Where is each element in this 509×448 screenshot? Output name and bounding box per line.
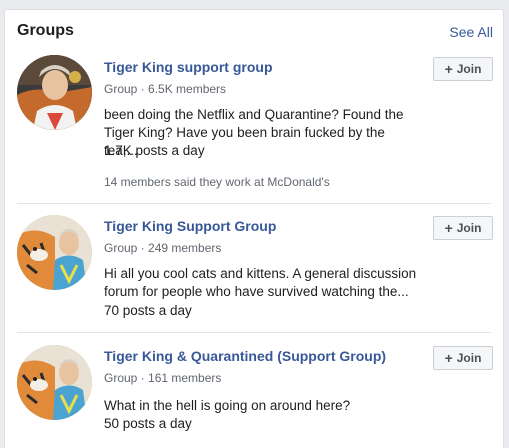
tiger-king-photo-icon: [17, 55, 92, 130]
group-name-link[interactable]: Tiger King support group: [104, 59, 273, 75]
group-description: Hi all you cool cats and kittens. A gene…: [104, 266, 417, 299]
group-avatar[interactable]: [17, 55, 92, 130]
groups-title: Groups: [17, 22, 74, 39]
tiger-king-with-tiger-photo-icon: [17, 345, 92, 420]
tiger-king-with-tiger-photo-icon: [17, 215, 92, 290]
group-activity: 1.7K posts a day: [104, 143, 205, 158]
join-button[interactable]: + Join: [433, 57, 493, 81]
group-activity: 70 posts a day: [104, 303, 192, 318]
see-all-link[interactable]: See All: [449, 24, 493, 40]
join-button-label: Join: [456, 351, 482, 365]
group-avatar[interactable]: [17, 345, 92, 420]
join-button-label: Join: [456, 221, 482, 235]
group-meta: Group · 249 members: [104, 241, 222, 255]
group-activity: 50 posts a day: [104, 416, 192, 431]
groups-header: Groups See All: [5, 10, 503, 54]
plus-icon: +: [444, 61, 453, 77]
join-button[interactable]: + Join: [433, 346, 493, 370]
group-name-link[interactable]: Tiger King & Quarantined (Support Group): [104, 348, 386, 364]
group-name-link[interactable]: Tiger King Support Group: [104, 218, 276, 234]
join-button-label: Join: [456, 62, 482, 76]
groups-card: Groups See All Tiger King support group …: [4, 9, 504, 448]
group-divider: [17, 332, 491, 333]
group-meta: Group · 6.5K members: [104, 82, 227, 96]
group-meta: Group · 161 members: [104, 371, 222, 385]
group-social-context: 14 members said they work at McDonald's: [104, 175, 330, 189]
group-avatar[interactable]: [17, 215, 92, 290]
group-divider: [17, 203, 491, 204]
plus-icon: +: [444, 220, 453, 236]
plus-icon: +: [444, 350, 453, 366]
group-description: What in the hell is going on around here…: [104, 398, 351, 413]
join-button[interactable]: + Join: [433, 216, 493, 240]
